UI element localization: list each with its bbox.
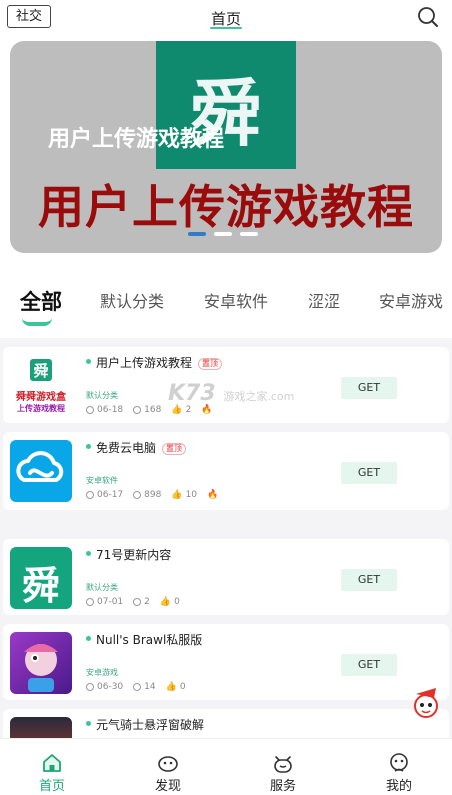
get-button[interactable]: GET [341, 569, 397, 591]
app-icon-char: 舜 [21, 563, 60, 608]
title-underline [210, 27, 242, 29]
discover-icon [158, 756, 178, 772]
get-button[interactable]: GET [341, 654, 397, 676]
category-tab-sese[interactable]: 涩涩 [308, 288, 340, 312]
banner-title: 用户上传游戏教程 [38, 180, 414, 234]
category-tabs: 全部 默认分类 安卓软件 涩涩 安卓游戏 [0, 270, 452, 338]
category-tab-default[interactable]: 默认分类 [100, 288, 164, 312]
get-button[interactable]: GET [341, 462, 397, 484]
app-stats: 06-18 168 👍 2 🔥 [86, 405, 213, 415]
app-stats: 06-30 14 👍 0 [86, 682, 186, 692]
like-icon: 👍 [159, 597, 172, 607]
profile-icon [390, 753, 408, 772]
tab-label: 发现 [154, 779, 181, 794]
carousel-dot[interactable] [188, 232, 206, 236]
app-name[interactable]: 免费云电脑 置顶 [86, 439, 187, 456]
tab-home[interactable]: 首页 [12, 739, 92, 795]
app-category-tag: 默认分类 [86, 583, 118, 592]
search-icon[interactable] [416, 5, 440, 29]
app-category-tag: 安卓软件 [86, 476, 118, 485]
app-icon [10, 440, 72, 502]
svg-text:舜: 舜 [33, 362, 48, 380]
pinned-badge: 置顶 [162, 442, 187, 455]
home-icon [43, 754, 61, 772]
get-button[interactable]: GET [341, 377, 397, 399]
carousel-dot[interactable] [214, 232, 232, 236]
app-icon [10, 632, 72, 694]
like-icon: 👍 [171, 490, 183, 500]
like-icon: 👍 [171, 405, 183, 415]
app-icon: 舜 [10, 547, 72, 609]
category-tab-all[interactable]: 全部 [20, 286, 62, 316]
app-category-tag: 默认分类 [86, 391, 118, 400]
page-title: 首页 [210, 10, 241, 28]
banner-area: 舜 用户上传游戏教程 用户上传游戏教程 [0, 36, 452, 270]
app-name[interactable]: 元气骑士悬浮窗破解 [86, 716, 204, 733]
tab-label: 首页 [38, 779, 65, 794]
app-card[interactable]: 免费云电脑 置顶 安卓软件 06-17 898 👍 10 🔥 GET [3, 432, 449, 510]
tab-profile[interactable]: 我的 [359, 739, 439, 795]
fire-icon: 🔥 [201, 405, 213, 415]
tab-label: 我的 [385, 779, 412, 794]
clock-icon [86, 491, 94, 499]
app-name[interactable]: 用户上传游戏教程 置顶 [86, 354, 223, 371]
carousel-dot[interactable] [240, 232, 258, 236]
app-category-tag: 安卓游戏 [86, 668, 118, 677]
carousel-dots [188, 232, 258, 238]
icon-caption: 舜舜游戏盒 [16, 392, 66, 403]
app-card[interactable]: 元气骑士悬浮窗破解 [3, 709, 449, 738]
floating-mascot-icon[interactable] [410, 684, 442, 720]
category-indicator [22, 318, 52, 326]
app-card[interactable]: Null's Brawl私服版 安卓游戏 06-30 14 👍 0 GET [3, 624, 449, 700]
download-icon [133, 406, 142, 414]
download-icon [133, 683, 142, 691]
icon-caption: 上传游戏教程 [17, 404, 65, 413]
top-bar: 社交 首页 [0, 0, 452, 36]
watermark-logo: K73 游戏之家.com [168, 381, 295, 406]
tab-label: 服务 [269, 779, 296, 794]
clock-icon [86, 406, 94, 414]
banner-carousel[interactable]: 舜 用户上传游戏教程 用户上传游戏教程 [10, 41, 442, 253]
tab-discover[interactable]: 发现 [128, 739, 208, 795]
fire-icon: 🔥 [207, 490, 219, 500]
like-icon: 👍 [165, 682, 177, 692]
app-stats: 07-01 2 👍 0 [86, 597, 180, 607]
pinned-badge: 置顶 [198, 357, 223, 370]
app-name[interactable]: Null's Brawl私服版 [86, 631, 202, 648]
service-icon [274, 756, 292, 773]
category-tab-android-apps[interactable]: 安卓软件 [204, 288, 268, 312]
app-icon [10, 717, 72, 738]
banner-subtitle: 用户上传游戏教程 [48, 127, 225, 152]
app-icon: 舜 舜舜游戏盒 上传游戏教程 [10, 355, 72, 417]
tab-service[interactable]: 服务 [243, 739, 323, 795]
app-stats: 06-17 898 👍 10 🔥 [86, 490, 218, 500]
clock-icon [86, 683, 94, 691]
clock-icon [86, 598, 94, 606]
app-name[interactable]: 71号更新内容 [86, 546, 171, 563]
download-icon [133, 598, 142, 606]
bottom-tab-bar: 首页 发现 服务 我的 [0, 738, 452, 795]
category-tab-android-games[interactable]: 安卓游戏 [379, 288, 443, 312]
app-card[interactable]: 舜 71号更新内容 默认分类 07-01 2 👍 0 GET [3, 539, 449, 615]
download-icon [133, 491, 142, 499]
